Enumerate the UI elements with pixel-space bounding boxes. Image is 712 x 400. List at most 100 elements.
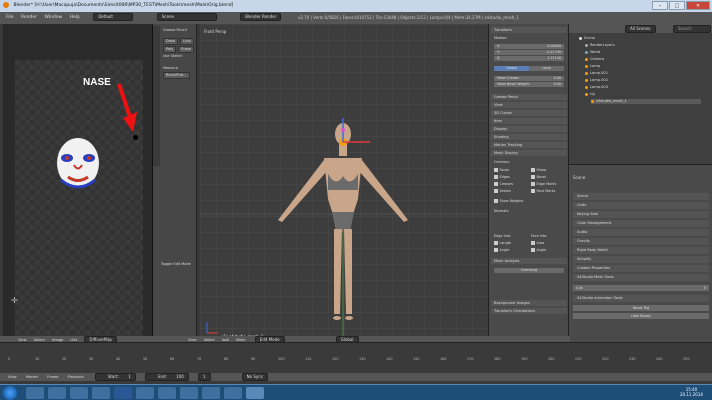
area-checkbox[interactable]: Area (531, 241, 544, 246)
outliner-item-lamp002[interactable]: Lamp.002 (585, 78, 608, 83)
draw-button[interactable]: Draw (163, 38, 179, 45)
outliner-item-world[interactable]: World (585, 50, 600, 55)
line-button[interactable]: Line (180, 38, 194, 45)
animation-tools-panel[interactable]: S4Studio Animation Tools (573, 295, 709, 302)
median-x-field[interactable]: X: 0.00000 (494, 44, 564, 49)
seams-checkbox[interactable]: Seams (494, 189, 511, 194)
menu-help[interactable]: Help (70, 15, 80, 20)
3d-viewport[interactable]: Front Persp (1) s4studio_mesh_1 (200, 24, 488, 342)
taskbar-chrome-icon[interactable] (158, 387, 176, 399)
taskbar-app2-icon[interactable] (180, 387, 198, 399)
render-engine-selector[interactable]: Blender Render (240, 13, 282, 21)
mesh-display-panel[interactable]: Mesh Display (491, 150, 567, 156)
toggle-edit-mode-panel[interactable]: Toggle Edit Mode (161, 262, 191, 266)
show-weights-checkbox[interactable]: Show Weights (494, 199, 523, 204)
local-button[interactable]: Local (529, 66, 564, 71)
outliner-item-lamp[interactable]: Lamp (585, 64, 600, 69)
system-clock[interactable]: 15:40 20.11.2014 (680, 387, 703, 397)
edge-angle-checkbox[interactable]: Angle (494, 248, 509, 253)
median-z-field[interactable]: Z: 1.71140 (494, 56, 564, 61)
edges-checkbox[interactable]: Edges (494, 175, 510, 180)
tl-menu-view[interactable]: View (8, 375, 17, 379)
tl-menu-playback[interactable]: Playback (68, 375, 84, 379)
poly-button[interactable]: Poly (163, 46, 177, 53)
units-panel[interactable]: Units (573, 202, 709, 209)
taskbar-media-icon[interactable] (70, 387, 88, 399)
simplify-panel[interactable]: Simplify (573, 256, 709, 263)
face-marks-checkbox[interactable]: Face Marks (531, 189, 555, 194)
sync-select[interactable]: No Sync (241, 373, 269, 381)
start-button-icon[interactable] (3, 386, 17, 400)
close-button[interactable]: ✕ (686, 1, 710, 10)
analysis-type-select[interactable]: Overhang (494, 268, 564, 273)
outliner-item-lamp003[interactable]: Lamp.003 (585, 85, 608, 90)
tool-tabs[interactable] (153, 26, 160, 166)
taskbar-explorer-icon[interactable] (48, 387, 66, 399)
mean-crease-field[interactable]: Mean Crease: 0.00 (494, 76, 564, 81)
menu-render[interactable]: Render (21, 15, 37, 20)
menu-file[interactable]: File (6, 15, 14, 20)
ruler-button[interactable]: Ruler/Prot... (163, 72, 190, 79)
taskbar-firefox-icon[interactable] (136, 387, 154, 399)
mean-bevel-field[interactable]: Mean Bevel Weight: 0.00 (494, 82, 564, 87)
creases-checkbox[interactable]: Creases (494, 182, 513, 187)
scene-panel[interactable]: Scene (573, 193, 709, 200)
length-checkbox[interactable]: Length (494, 241, 511, 246)
custom-properties-panel[interactable]: Custom Properties (573, 265, 709, 272)
erase-button[interactable]: Erase (178, 46, 195, 53)
edge-marks-checkbox[interactable]: Edge Marks (531, 182, 556, 187)
mesh-analysis-panel[interactable]: Mesh Analysis (491, 258, 567, 264)
taskbar-ie-icon[interactable] (26, 387, 44, 399)
outliner-item-camera[interactable]: Camera (585, 57, 604, 62)
minimize-button[interactable]: – (652, 1, 668, 10)
rigid-body-world-panel[interactable]: Rigid Body World (573, 247, 709, 254)
item-panel[interactable]: Item (491, 118, 567, 124)
3d-cursor-panel[interactable]: 3D Cursor (491, 110, 567, 116)
transform-orientations-panel[interactable]: Transform Orientations (491, 308, 567, 314)
outliner-item-rig[interactable]: rig (585, 92, 595, 97)
timeline[interactable]: 0 10 20 30 40 50 60 70 80 90 100 110 120 130 140 150 160… (0, 342, 712, 382)
mesh-tools-panel[interactable]: S4Studio Mesh Tools (573, 274, 709, 281)
timeline-ruler[interactable]: 0 10 20 30 40 50 60 70 80 90 100 110 120 130 140 150 160… (0, 357, 712, 367)
reset-rig-button[interactable]: Reset Rig (573, 305, 709, 311)
taskbar-word-icon[interactable] (114, 387, 132, 399)
outliner-search-input[interactable]: Search (673, 25, 711, 33)
taskbar-app3-icon[interactable] (202, 387, 220, 399)
start-frame-field[interactable]: Start: 1 (94, 373, 136, 381)
outliner-item-lamp001[interactable]: Lamp.001 (585, 71, 608, 76)
sharp-checkbox[interactable]: Sharp (531, 168, 546, 173)
taskbar-blender-icon[interactable] (246, 387, 264, 399)
shading-panel[interactable]: Shading (491, 134, 567, 140)
faces-checkbox[interactable]: Faces (494, 168, 509, 173)
hide-bones-button[interactable]: Hide Bones (573, 313, 709, 319)
tl-menu-frame[interactable]: Frame (47, 375, 58, 379)
current-frame-field[interactable]: 1 (197, 373, 211, 381)
global-button[interactable]: Global (494, 66, 529, 71)
keying-sets-panel[interactable]: Keying Sets (573, 211, 709, 218)
bevel-checkbox[interactable]: Bevel (531, 175, 546, 180)
taskbar-app4-icon[interactable] (224, 387, 242, 399)
maximize-button[interactable]: □ (669, 1, 685, 10)
median-y-field[interactable]: Y: -0.11749 (494, 50, 564, 55)
cut-field[interactable]: Cut: 0 (573, 285, 709, 291)
outliner-display-select[interactable]: All Scenes (625, 25, 656, 33)
taskbar-app-icon[interactable] (92, 387, 110, 399)
motion-tracking-panel[interactable]: Motion Tracking (491, 142, 567, 148)
scene-selector[interactable]: Scene (156, 13, 217, 21)
background-images-panel[interactable]: Background Images (491, 300, 567, 306)
outliner-item-renderlayers[interactable]: RenderLayers (585, 43, 615, 48)
outliner-item-mesh[interactable]: s4studio_mesh_1 (591, 99, 701, 104)
transform-panel-header[interactable]: Transform (491, 27, 567, 33)
uv-image-editor[interactable]: NASE ✛ (3, 24, 153, 342)
use-sketching-checkbox[interactable]: Use Sketch (163, 54, 182, 58)
layout-selector[interactable]: Default (93, 13, 134, 21)
color-management-panel[interactable]: Color Management (573, 220, 709, 227)
face-angle-checkbox[interactable]: Angle (531, 248, 546, 253)
end-frame-field[interactable]: End: 100 (144, 373, 189, 381)
audio-panel[interactable]: Audio (573, 229, 709, 236)
gravity-panel[interactable]: Gravity (573, 238, 709, 245)
tl-menu-marker[interactable]: Marker (26, 375, 38, 379)
menu-window[interactable]: Window (44, 15, 62, 20)
view-panel[interactable]: View (491, 102, 567, 108)
grease-pencil-header[interactable]: Grease Pencil (163, 28, 187, 32)
